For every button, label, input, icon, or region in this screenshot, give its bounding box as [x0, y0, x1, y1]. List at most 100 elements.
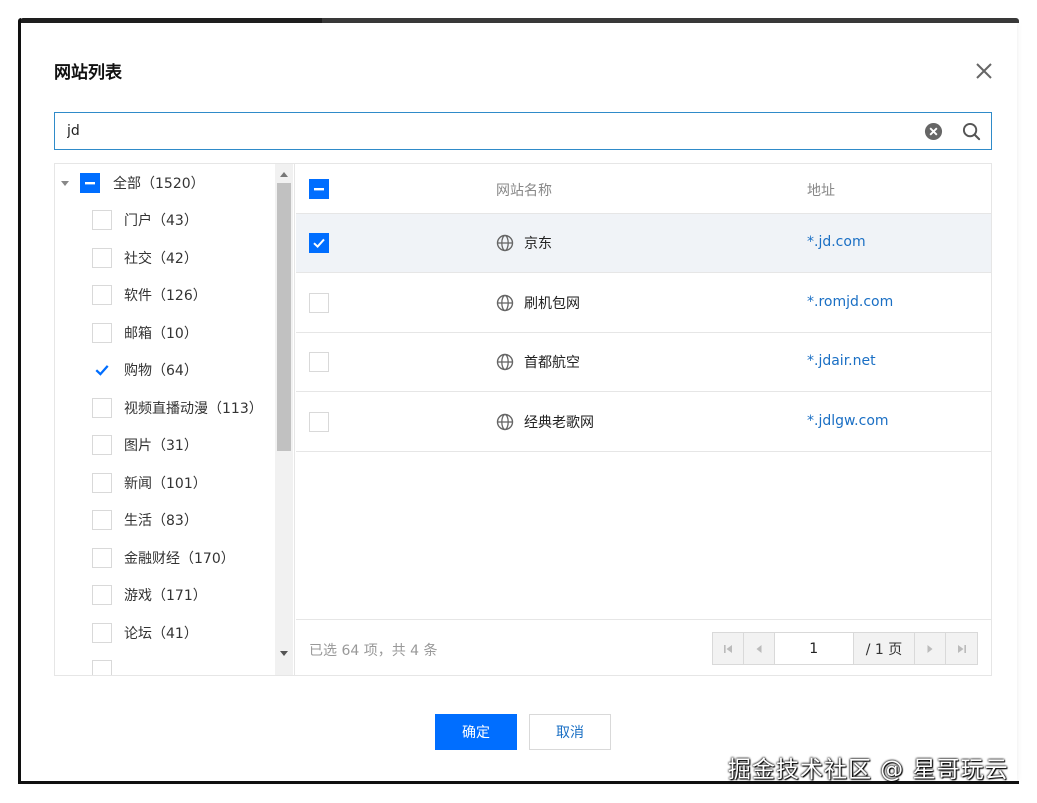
tree-item-checkbox[interactable]	[92, 322, 112, 343]
first-page-button[interactable]	[713, 633, 744, 664]
scrollbar-thumb[interactable]	[277, 183, 291, 451]
tree-item-label: 邮箱（10）	[124, 325, 198, 342]
tree-item-label: 全部（1520）	[113, 176, 205, 192]
tree-item[interactable]: 邮箱（10）	[55, 319, 275, 347]
partial-check-icon	[85, 182, 95, 185]
table-row[interactable]: 京东 *.jd.com	[296, 214, 991, 273]
tree-item-checkbox[interactable]	[92, 210, 112, 230]
tree-item[interactable]: 新闻（101）	[55, 469, 275, 497]
tree-item-label: 购物（64）	[124, 363, 198, 379]
last-page-icon	[957, 644, 966, 653]
tree-item-label: 图片（31）	[124, 438, 198, 454]
last-page-button[interactable]	[946, 633, 977, 664]
tree-item-label: 视频直播动漫（113）	[124, 400, 263, 417]
column-header-url[interactable]: 地址	[807, 180, 835, 200]
tree-item-label: 金融财经（170）	[124, 550, 235, 567]
tree-item[interactable]: 门户（43）	[55, 206, 275, 234]
site-name: 京东	[524, 236, 552, 252]
first-page-icon	[723, 644, 732, 653]
tree-item-checkbox[interactable]	[92, 622, 112, 643]
next-page-button[interactable]	[915, 633, 947, 664]
scroll-up-arrow-icon[interactable]	[279, 170, 289, 178]
site-name: 刷机包网	[524, 295, 580, 312]
tree-item-checkbox[interactable]	[92, 360, 112, 380]
check-icon	[313, 238, 325, 249]
search-input[interactable]	[55, 113, 915, 149]
row-checkbox[interactable]	[309, 352, 329, 372]
globe-icon	[496, 234, 514, 252]
expand-arrow-icon[interactable]	[60, 178, 70, 188]
close-icon	[976, 63, 992, 79]
tree-item-all[interactable]: 全部（1520）	[55, 169, 275, 197]
table-row[interactable]: 经典老歌网 *.jdlgw.com	[296, 393, 991, 452]
category-tree: 全部（1520） 门户（43） 社交（42） 软件（126） 邮箱（10） 购物（64） 视…	[55, 164, 295, 675]
select-all-checkbox[interactable]	[309, 179, 329, 199]
watermark: 掘金技术社区 @ 星哥玩云	[728, 757, 1009, 783]
table-row[interactable]: 首都航空 *.jdair.net	[296, 333, 991, 392]
row-checkbox[interactable]	[309, 292, 329, 313]
tree-item-label: 生活（83）	[124, 513, 198, 529]
next-page-icon	[927, 644, 933, 653]
tree-item[interactable]: 生活（83）	[55, 506, 275, 534]
search-icon[interactable]	[962, 122, 981, 141]
tree-item[interactable]: 视频直播动漫（113）	[55, 394, 275, 422]
tree-item-checkbox[interactable]	[92, 660, 112, 675]
tree-item[interactable]: 论坛（41）	[55, 619, 275, 647]
table-row[interactable]: 刷机包网 *.romjd.com	[296, 274, 991, 333]
website-list-dialog: 网站列表 全部（1520） 门户（43） 社交（42） 软件（126） 邮箱（10） 购物…	[21, 23, 1017, 781]
tree-item[interactable]: 软件（126）	[55, 281, 275, 309]
column-header-name[interactable]: 网站名称	[496, 180, 552, 200]
clear-circle-icon[interactable]	[924, 122, 943, 141]
tree-item[interactable]: 图片（31）	[55, 431, 275, 459]
globe-icon	[496, 353, 514, 371]
confirm-button[interactable]: 确定	[435, 714, 517, 750]
site-name: 首都航空	[524, 355, 580, 371]
site-url[interactable]: *.jdair.net	[807, 353, 876, 369]
search-box	[54, 112, 992, 150]
tree-item-checkbox[interactable]	[92, 397, 112, 418]
tree-item-checkbox[interactable]	[92, 585, 112, 605]
selection-summary: 已选 64 项，共 4 条	[309, 643, 438, 659]
tree-item-checkbox[interactable]	[92, 472, 112, 493]
tree-item-partial[interactable]	[55, 656, 275, 675]
close-button[interactable]	[972, 59, 996, 83]
row-checkbox[interactable]	[309, 411, 329, 432]
tree-item-checkbox[interactable]	[92, 247, 112, 268]
tree-item-checkbox[interactable]	[92, 435, 112, 455]
tree-item[interactable]: 社交（42）	[55, 244, 275, 272]
check-icon	[95, 365, 109, 376]
tree-item[interactable]: 游戏（171）	[55, 581, 275, 609]
site-url[interactable]: *.jdlgw.com	[807, 413, 889, 429]
tree-item-label: 门户（43）	[124, 213, 198, 229]
tree-item-checkbox[interactable]	[92, 510, 112, 530]
prev-page-button[interactable]	[743, 633, 775, 664]
page-number-input[interactable]	[774, 633, 854, 664]
scroll-down-arrow-icon[interactable]	[279, 650, 289, 658]
table-header: 网站名称 地址	[296, 164, 991, 214]
globe-icon	[496, 413, 514, 430]
cancel-button[interactable]: 取消	[529, 714, 611, 750]
site-url[interactable]: *.romjd.com	[807, 294, 893, 310]
pagination: / 1 页	[712, 632, 978, 665]
dialog-title: 网站列表	[54, 63, 122, 83]
table-footer: 已选 64 项，共 4 条 / 1 页	[296, 619, 991, 675]
tree-item[interactable]: 金融财经（170）	[55, 544, 275, 572]
website-table: 网站名称 地址 京东 *.jd.com 刷机包网 *.romjd.com 首都航空 *.j…	[296, 164, 991, 675]
globe-icon	[496, 294, 514, 311]
tree-item-label: 软件（126）	[124, 288, 207, 304]
prev-page-icon	[756, 644, 762, 653]
site-name: 经典老歌网	[524, 414, 594, 431]
tree-item-label: 社交（42）	[124, 250, 198, 267]
tree-checkbox-all[interactable]	[80, 173, 100, 193]
tree-item-checkbox[interactable]	[92, 285, 112, 305]
row-checkbox[interactable]	[309, 233, 329, 253]
tree-scrollbar[interactable]	[275, 164, 293, 675]
tree-item[interactable]: 购物（64）	[55, 356, 275, 384]
content-panel: 全部（1520） 门户（43） 社交（42） 软件（126） 邮箱（10） 购物（64） 视…	[54, 163, 992, 676]
site-url[interactable]: *.jd.com	[807, 234, 866, 250]
page-total: / 1 页	[853, 633, 916, 664]
tree-item-label: 论坛（41）	[124, 625, 198, 642]
tree-item-checkbox[interactable]	[92, 547, 112, 568]
tree-item-label: 游戏（171）	[124, 588, 207, 604]
tree-item-label: 新闻（101）	[124, 475, 207, 492]
